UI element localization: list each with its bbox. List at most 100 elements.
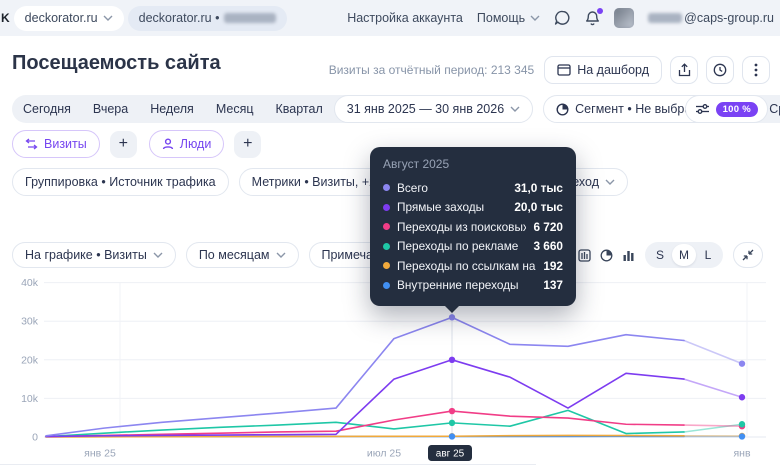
tab-yesterday[interactable]: Вчера <box>82 102 139 116</box>
metrics-row: Визиты + Люди + <box>12 130 262 158</box>
add-people-metric-button[interactable]: + <box>234 130 262 158</box>
counter-selector[interactable]: deckorator.ru <box>13 5 124 31</box>
svg-text:0: 0 <box>32 432 38 444</box>
svg-text:авг 25: авг 25 <box>436 449 465 460</box>
compare-icon <box>25 138 38 150</box>
avatar[interactable] <box>614 8 635 28</box>
email-prefix-redacted <box>648 13 683 23</box>
people-metric-pill[interactable]: Люди <box>148 130 225 158</box>
period-filter-row: Сегодня Вчера Неделя Месяц Квартал 31 ян… <box>12 95 780 123</box>
tooltip-row-label: Переходы из поисковых с... <box>397 219 527 234</box>
stacked-chart-icon[interactable] <box>578 248 591 262</box>
series-dot-icon <box>383 242 390 250</box>
granularity-label: По месяцам <box>198 248 270 262</box>
on-chart-selector[interactable]: На графике • Визиты <box>12 242 176 268</box>
tooltip-row-label: Переходы по рекламе <box>397 239 519 254</box>
more-menu-button[interactable] <box>742 56 770 84</box>
size-m[interactable]: M <box>672 244 696 266</box>
series-dot-icon <box>383 223 390 231</box>
segment-label: Сегмент • Не выбран <box>575 102 699 116</box>
people-metric-label: Люди <box>179 137 212 151</box>
svg-text:10k: 10k <box>21 393 39 405</box>
counter-breadcrumb[interactable]: deckorator.ru • <box>127 5 288 31</box>
export-button[interactable] <box>670 56 698 84</box>
pie-chart-icon[interactable] <box>600 249 613 262</box>
date-range-picker[interactable]: 31 янв 2025 — 30 янв 2026 <box>333 95 534 123</box>
tooltip-row-value: 31,0 тыс <box>514 180 563 195</box>
tooltip-row: Всего 31,0 тыс <box>383 178 563 198</box>
clock-icon <box>713 63 727 77</box>
help-label: Помощь <box>476 11 526 25</box>
tab-today[interactable]: Сегодня <box>12 102 82 116</box>
metrics-label: Метрики • Визиты, +2 <box>251 175 377 189</box>
granularity-selector[interactable]: По месяцам <box>185 242 299 268</box>
account-email[interactable]: @caps-group.ru <box>648 11 774 25</box>
chevron-down-icon <box>530 15 540 21</box>
chevron-down-icon <box>276 252 285 258</box>
account-settings-link[interactable]: Настройка аккаунта <box>347 11 463 25</box>
tooltip-rows: Всего 31,0 тыс Прямые заходы 20,0 тыс Перехо… <box>383 178 563 295</box>
metrics-selector[interactable]: Метрики • Визиты, +2 <box>238 168 390 196</box>
series-dot-icon <box>383 281 390 289</box>
tooltip-row-value: 137 <box>543 278 563 293</box>
counter-selector-label: deckorator.ru <box>24 11 98 25</box>
tooltip-row-label: Внутренние переходы <box>397 278 519 293</box>
email-domain: @caps-group.ru <box>684 11 774 25</box>
visits-metric-pill[interactable]: Визиты <box>12 130 100 158</box>
tooltip-row-label: Прямые заходы <box>397 200 485 215</box>
to-dashboard-label: На дашборд <box>577 63 649 77</box>
tooltip-row-value: 192 <box>543 258 563 273</box>
svg-text:июл 25: июл 25 <box>367 448 401 460</box>
tooltip-row-label: Всего <box>397 180 428 195</box>
metrika-report-page: K deckorator.ru deckorator.ru • Настройк… <box>0 0 780 472</box>
topbar: K deckorator.ru deckorator.ru • Настройк… <box>0 0 780 36</box>
tooltip-row: Переходы по ссылкам на ... 192 <box>383 256 563 276</box>
tab-quarter[interactable]: Квартал <box>265 102 334 116</box>
sliders-icon <box>695 104 709 114</box>
grouping-label: Группировка • Источник трафика <box>25 175 216 189</box>
svg-text:20k: 20k <box>21 354 39 366</box>
tab-week[interactable]: Неделя <box>139 102 205 116</box>
tooltip-row-label: Переходы по ссылкам на ... <box>397 258 537 273</box>
tooltip-title: Август 2025 <box>383 157 450 171</box>
series-dot-icon <box>383 184 390 192</box>
page-title: Посещаемость сайта <box>12 52 221 74</box>
size-l[interactable]: L <box>696 244 720 266</box>
chat-icon <box>555 10 570 25</box>
notification-dot <box>597 8 604 14</box>
tooltip-row: Переходы из поисковых с... 6 720 <box>383 217 563 237</box>
size-s[interactable]: S <box>648 244 672 266</box>
sampling-badge: 100 % <box>715 101 758 117</box>
tooltip-row-value: 3 660 <box>533 239 563 254</box>
chart-tooltip: Август 2025 Всего 31,0 тыс Прямые заходы 20… <box>370 147 576 313</box>
collapse-icon <box>742 249 754 261</box>
chart-type-switcher <box>578 248 635 262</box>
kebab-icon <box>754 63 758 77</box>
svg-text:40k: 40k <box>21 277 39 289</box>
collapse-chart-button[interactable] <box>733 242 763 268</box>
dashboard-icon <box>557 64 571 76</box>
site-favicon-icon: K <box>1 11 10 25</box>
segment-pie-icon <box>556 102 569 116</box>
counter-breadcrumb-label: deckorator.ru • <box>138 11 220 25</box>
history-button[interactable] <box>706 56 734 84</box>
chat-button[interactable] <box>554 10 571 26</box>
help-menu[interactable]: Помощь <box>477 11 540 25</box>
tooltip-row: Прямые заходы 20,0 тыс <box>383 198 563 218</box>
grouping-selector[interactable]: Группировка • Источник трафика <box>12 168 229 196</box>
share-icon <box>678 63 690 77</box>
to-dashboard-button[interactable]: На дашборд <box>544 56 662 84</box>
notifications-button[interactable] <box>585 8 604 26</box>
svg-text:30k: 30k <box>21 316 39 328</box>
section-divider <box>0 464 536 465</box>
sampling-button[interactable]: 100 % <box>684 95 768 123</box>
tab-month[interactable]: Месяц <box>205 102 265 116</box>
date-range-label: 31 янв 2025 — 30 янв 2026 <box>346 102 505 116</box>
tooltip-arrow <box>444 305 460 313</box>
header-actions: Визиты за отчётный период: 213 345 На да… <box>329 56 770 84</box>
svg-text:янв 25: янв 25 <box>84 448 116 460</box>
bar-chart-icon[interactable] <box>622 249 635 262</box>
period-tabs: Сегодня Вчера Неделя Месяц Квартал 31 ян… <box>12 95 534 123</box>
add-metric-button[interactable]: + <box>109 130 137 158</box>
attribution-label: еход <box>572 175 599 189</box>
